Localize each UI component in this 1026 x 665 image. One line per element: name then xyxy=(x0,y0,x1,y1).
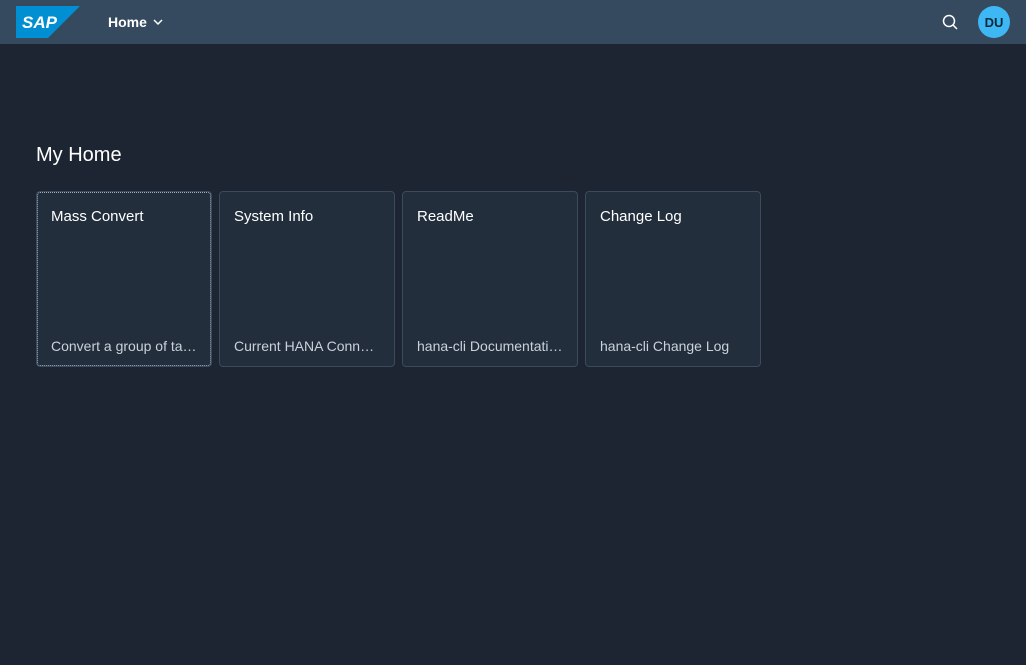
shellbar-right: DU xyxy=(940,6,1010,38)
search-icon[interactable] xyxy=(940,12,960,32)
tile-readme[interactable]: ReadMe hana-cli Documentation xyxy=(402,191,578,367)
tile-change-log[interactable]: Change Log hana-cli Change Log xyxy=(585,191,761,367)
tile-desc: Current HANA Connection xyxy=(234,338,380,354)
content-area: My Home Mass Convert Convert a group of t… xyxy=(0,44,1026,367)
avatar[interactable]: DU xyxy=(978,6,1010,38)
tile-container: Mass Convert Convert a group of tables Sys… xyxy=(36,191,990,367)
tile-desc: hana-cli Change Log xyxy=(600,338,746,354)
tile-mass-convert[interactable]: Mass Convert Convert a group of tables xyxy=(36,191,212,367)
shellbar-left: SAP Home xyxy=(16,6,163,38)
sap-logo[interactable]: SAP xyxy=(16,6,80,38)
nav-home-label: Home xyxy=(108,14,147,30)
tile-title: Mass Convert xyxy=(51,208,197,225)
shellbar: SAP Home DU xyxy=(0,0,1026,44)
tile-desc: Convert a group of tables xyxy=(51,338,197,354)
avatar-initials: DU xyxy=(985,15,1004,30)
tile-title: Change Log xyxy=(600,208,746,225)
section-title: My Home xyxy=(36,144,990,167)
tile-title: System Info xyxy=(234,208,380,225)
tile-desc: hana-cli Documentation xyxy=(417,338,563,354)
sap-logo-icon: SAP xyxy=(16,6,80,38)
svg-text:SAP: SAP xyxy=(22,13,58,32)
chevron-down-icon xyxy=(153,17,163,27)
nav-home[interactable]: Home xyxy=(108,14,163,30)
tile-system-info[interactable]: System Info Current HANA Connection xyxy=(219,191,395,367)
tile-title: ReadMe xyxy=(417,208,563,225)
